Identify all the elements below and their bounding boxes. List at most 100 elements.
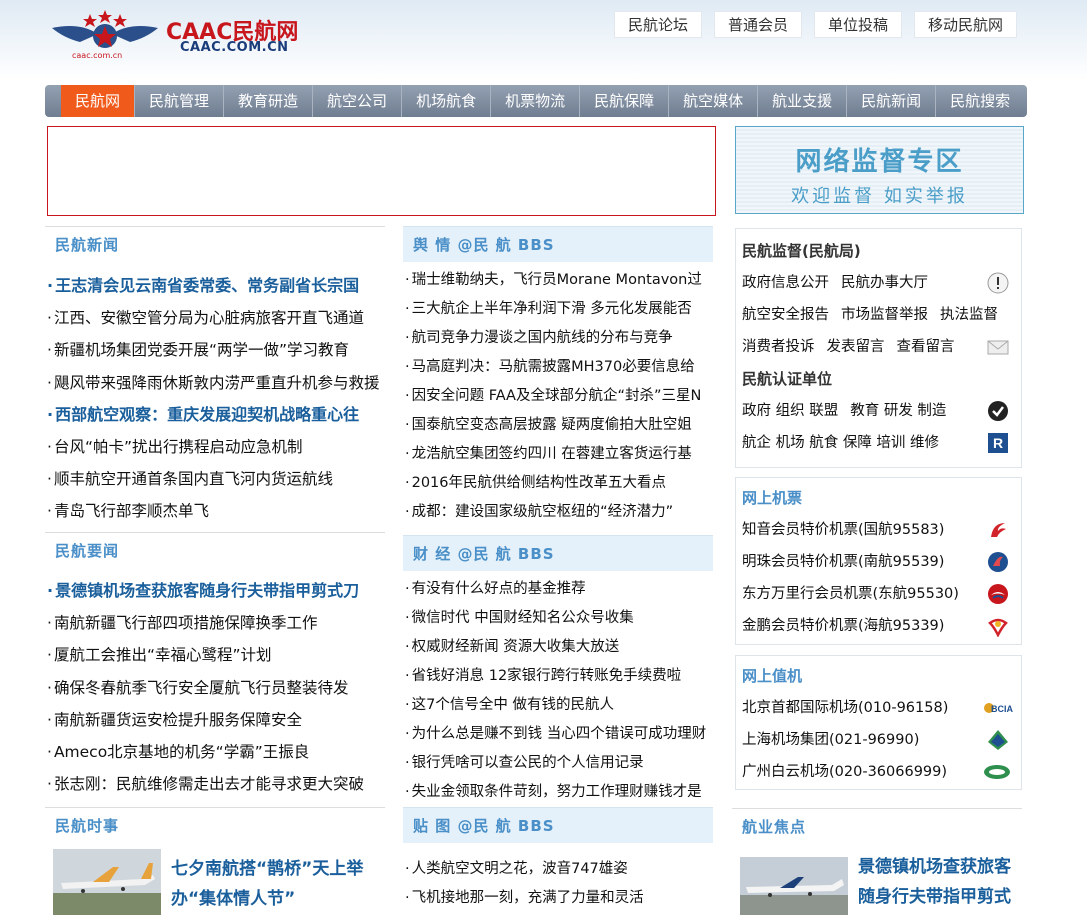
opinion-item[interactable]: 龙浩航空集团签约四川 在蓉建立客货运行基: [405, 440, 703, 469]
opinion-item[interactable]: 因安全问题 FAA及全球部分航企“封杀”三星N: [405, 382, 703, 411]
important-item[interactable]: 确保冬春航季飞行安全厦航飞行员整装待发: [47, 672, 385, 704]
nav-item-search[interactable]: 民航搜索: [936, 85, 1024, 117]
finance-item[interactable]: 微信时代 中国财经知名公众号收集: [405, 604, 713, 633]
important-item[interactable]: Ameco北京基地的机务“学霸”王振良: [47, 736, 385, 768]
supervision-banner[interactable]: 网络监督专区 欢迎监督 如实举报: [735, 126, 1024, 214]
checkin-label: 广州白云机场(020-36066999): [742, 764, 948, 780]
news-item[interactable]: 飓风带来强降雨休斯敦内涝严重直升机参与救援: [47, 367, 385, 399]
news-item[interactable]: 顺丰航空开通首条国内直飞河内货运航线: [47, 463, 385, 495]
supervision-link[interactable]: 民航办事大厅: [841, 275, 928, 291]
opinion-item[interactable]: 国泰航空变态高层披露 疑两度偷拍大肚空姐: [405, 411, 703, 440]
photos-item[interactable]: 人类航空文明之花，波音747雄姿: [405, 855, 703, 884]
opinion-item[interactable]: 三大航企上半年净利润下滑 多元化发展能否: [405, 295, 703, 324]
checkin-item[interactable]: 北京首都国际机场(010-96158) BCIA: [736, 692, 1021, 724]
shanghai-airport-icon: [988, 730, 1008, 750]
news-item[interactable]: 新疆机场集团党委开展“两学一做”学习教育: [47, 334, 385, 366]
china-southern-icon: [988, 552, 1008, 572]
opinion-section-title[interactable]: 舆 情 @民 航 BBS: [403, 226, 713, 262]
photos-item[interactable]: 飞机接地那一刻，充满了力量和灵活: [405, 884, 703, 913]
supervision-row: 政府信息公开 民航办事大厅: [736, 267, 1021, 299]
finance-item[interactable]: 省钱好消息 12家银行跨行转账免手续费啦: [405, 662, 713, 691]
top-link-forum[interactable]: 民航论坛: [613, 11, 702, 38]
important-item[interactable]: 景德镇机场查获旅客随身行夫带指甲剪式刀: [47, 575, 385, 607]
caac-logo[interactable]: CAAC民航网 CAAC.COM.CN caac.com.cn: [50, 8, 310, 60]
checkin-title: 网上值机: [742, 667, 803, 685]
china-eastern-icon: [988, 584, 1008, 604]
important-list: 景德镇机场查获旅客随身行夫带指甲剪式刀 南航新疆飞行部四项措施保障换季工作 厦航…: [47, 575, 385, 803]
opinion-item[interactable]: 成都：建设国家级航空枢纽的“经济潜力”: [405, 498, 703, 527]
finance-item[interactable]: 这7个信号全中 做有钱的民航人: [405, 691, 713, 720]
ticket-item[interactable]: 知音会员特价机票(国航95583): [736, 514, 1021, 546]
ad-banner[interactable]: [47, 126, 716, 216]
opinion-item[interactable]: 航司竞争力漫谈之国内航线的分布与竞争: [405, 324, 703, 353]
focus-feature-image[interactable]: [740, 857, 848, 915]
nav-item-tickets[interactable]: 机票物流: [491, 85, 581, 117]
top-link-member[interactable]: 普通会员: [713, 11, 802, 38]
important-item[interactable]: 南航新疆飞行部四项措施保障换季工作: [47, 607, 385, 639]
checkin-label: 上海机场集团(021-96990): [742, 732, 920, 748]
supervision-link[interactable]: 政府信息公开: [742, 275, 829, 291]
events-feature-title[interactable]: 七夕南航搭“鹊桥”天上举办“集体情人节”: [171, 854, 381, 914]
news-list: 王志清会见云南省委常委、常务副省长宗国 江西、安徽空管分局为心脏病旅客开直飞通道…: [47, 270, 385, 530]
supervision-link[interactable]: 市场监督举报: [841, 307, 928, 323]
supervision-link[interactable]: 航空安全报告: [742, 307, 829, 323]
finance-item[interactable]: 失业金领取条件苛刻，努力工作理财赚钱才是: [405, 778, 713, 807]
supervision-title: 民航监督(民航局): [742, 242, 861, 260]
important-item[interactable]: 张志刚：民航维修需走出去才能寻求更大突破: [47, 768, 385, 800]
supervision-row: 航空安全报告 市场监督举报 执法监督: [736, 299, 1021, 331]
nav-item-news[interactable]: 民航新闻: [847, 85, 937, 117]
finance-item[interactable]: 有没有什么好点的基金推荐: [405, 575, 713, 604]
finance-item[interactable]: 为什么总是赚不到钱 当心四个错误可成功理财: [405, 720, 713, 749]
opinion-item[interactable]: 瑞士维勒纳夫，飞行员Morane Montavon过: [405, 266, 703, 295]
events-feature-image[interactable]: [53, 849, 161, 915]
events-section-title[interactable]: 民航时事: [45, 807, 385, 843]
finance-item[interactable]: 权威财经新闻 资源大收集大放送: [405, 633, 713, 662]
top-link-submit[interactable]: 单位投稿: [813, 11, 902, 38]
certification-title: 民航认证单位: [742, 370, 833, 388]
news-section-title[interactable]: 民航新闻: [45, 226, 385, 262]
nav-item-airports[interactable]: 机场航食: [402, 85, 492, 117]
supervision-link[interactable]: 查看留言: [897, 339, 955, 355]
supervision-link[interactable]: 执法监督: [940, 307, 998, 323]
nav-item-airlines[interactable]: 航空公司: [313, 85, 403, 117]
checkin-item[interactable]: 广州白云机场(020-36066999): [736, 756, 1021, 788]
certification-link[interactable]: 政府 组织 联盟: [742, 403, 838, 419]
hainan-airlines-icon: [988, 618, 1008, 637]
news-item[interactable]: 江西、安徽空管分局为心脏病旅客开直飞通道: [47, 302, 385, 334]
photos-section-title[interactable]: 贴 图 @民 航 BBS: [403, 807, 713, 843]
news-item[interactable]: 青岛飞行部李顺杰单飞: [47, 495, 385, 527]
ticket-item[interactable]: 东方万里行会员机票(东航95530): [736, 578, 1021, 610]
supervision-link[interactable]: 发表留言: [827, 339, 885, 355]
important-item[interactable]: 南航新疆货运安检提升服务保障安全: [47, 704, 385, 736]
news-item[interactable]: 王志清会见云南省委常委、常务副省长宗国: [47, 270, 385, 302]
supervision-link[interactable]: 消费者投诉: [742, 339, 815, 355]
certification-link[interactable]: 航企 机场 航食 保障 培训 维修: [742, 435, 939, 451]
certification-link[interactable]: 教育 研发 制造: [850, 403, 946, 419]
finance-list: 有没有什么好点的基金推荐 微信时代 中国财经知名公众号收集 权威财经新闻 资源大…: [405, 575, 713, 807]
opinion-item[interactable]: 马高庭判决：马航需披露MH370必要信息给: [405, 353, 703, 382]
nav-item-industry[interactable]: 航业支援: [758, 85, 848, 117]
supervision-box: 民航监督(民航局) 政府信息公开 民航办事大厅 航空安全报告 市场监督举报 执法监督 …: [735, 228, 1022, 468]
finance-section-title[interactable]: 财 经 @民 航 BBS: [403, 535, 713, 571]
nav-item-home[interactable]: 民航网: [61, 85, 136, 117]
nav-item-support[interactable]: 民航保障: [580, 85, 670, 117]
checkin-item[interactable]: 上海机场集团(021-96990): [736, 724, 1021, 756]
important-item[interactable]: 厦航工会推出“幸福心鹭程”计划: [47, 639, 385, 671]
ticket-item[interactable]: 金鹏会员特价机票(海航95339): [736, 610, 1021, 642]
opinion-item[interactable]: 2016年民航供给侧结构性改革五大看点: [405, 469, 703, 498]
nav-item-media[interactable]: 航空媒体: [669, 85, 759, 117]
ticket-item[interactable]: 明珠会员特价机票(南航95539): [736, 546, 1021, 578]
focus-section-title[interactable]: 航业焦点: [732, 808, 1022, 844]
opinion-list: 瑞士维勒纳夫，飞行员Morane Montavon过 三大航企上半年净利润下滑 …: [405, 266, 703, 528]
finance-item[interactable]: 银行凭啥可以查公民的个人信用记录: [405, 749, 713, 778]
certification-row: 航企 机场 航食 保障 培训 维修 R: [736, 427, 1021, 459]
nav-item-management[interactable]: 民航管理: [135, 85, 225, 117]
news-item[interactable]: 西部航空观察：重庆发展迎契机战略重心往: [47, 399, 385, 431]
logo-subtitle: CAAC.COM.CN: [180, 40, 289, 55]
important-section-title[interactable]: 民航要闻: [45, 532, 385, 568]
focus-feature-title[interactable]: 景德镇机场查获旅客随身行夫带指甲剪式: [858, 852, 1018, 912]
top-link-mobile[interactable]: 移动民航网: [913, 11, 1017, 38]
news-item[interactable]: 台风“帕卡”扰出行携程启动应急机制: [47, 431, 385, 463]
nav-item-education[interactable]: 教育研造: [224, 85, 314, 117]
air-china-icon: [991, 523, 1006, 537]
